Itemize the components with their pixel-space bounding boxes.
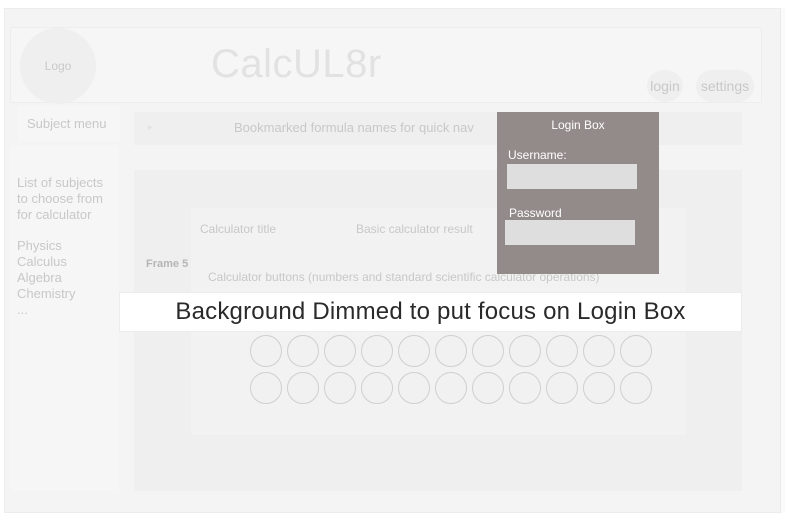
calculator-button[interactable] (250, 372, 282, 404)
dimmed-background-banner: Background Dimmed to put focus on Login … (119, 292, 742, 332)
subject-list-description: List of subjects to choose from for calc… (17, 175, 103, 222)
subject-item-physics[interactable]: Physics (17, 238, 117, 254)
calculator-button[interactable] (583, 372, 615, 404)
calculator-button[interactable] (435, 335, 467, 367)
calculator-button[interactable] (620, 335, 652, 367)
calculator-button[interactable] (435, 372, 467, 404)
login-box-title: Login Box (551, 118, 605, 132)
bookmark-bar-text[interactable]: Bookmarked formula names for quick nav (234, 120, 474, 135)
calculator-button[interactable] (546, 372, 578, 404)
bookmark-icon: ▸ (148, 122, 154, 133)
calculator-button[interactable] (472, 335, 504, 367)
password-input[interactable] (505, 220, 635, 245)
subject-menu-title[interactable]: Subject menu (27, 116, 107, 131)
subject-list: List of subjects to choose from for calc… (17, 175, 117, 318)
calculator-button[interactable] (287, 372, 319, 404)
subject-item-chemistry[interactable]: Chemistry (17, 286, 117, 302)
calculator-button[interactable] (398, 372, 430, 404)
calculator-button[interactable] (361, 372, 393, 404)
calculator-button[interactable] (361, 335, 393, 367)
logo[interactable]: Logo (20, 28, 96, 104)
calculator-title: Calculator title (200, 222, 277, 236)
frame-label: Frame 5 (146, 258, 189, 270)
calculator-button-row-1 (250, 335, 652, 369)
calculator-button[interactable] (583, 335, 615, 367)
login-button[interactable]: login (647, 70, 683, 102)
calculator-button[interactable] (324, 372, 356, 404)
username-label: Username: (508, 148, 567, 162)
subject-item-more[interactable]: ... (17, 302, 117, 318)
calculator-button[interactable] (546, 335, 578, 367)
login-box (497, 112, 659, 274)
calculator-button[interactable] (287, 335, 319, 367)
calculator-button[interactable] (250, 335, 282, 367)
calculator-button[interactable] (472, 372, 504, 404)
calculator-button[interactable] (509, 372, 541, 404)
calculator-button[interactable] (398, 335, 430, 367)
subject-item-algebra[interactable]: Algebra (17, 270, 117, 286)
calculator-button[interactable] (324, 335, 356, 367)
app-window: Logo CalcUL8r login settings Subject men… (0, 0, 795, 521)
subject-item-calculus[interactable]: Calculus (17, 254, 117, 270)
password-label: Password (509, 206, 562, 220)
settings-button[interactable]: settings (696, 70, 754, 102)
calculator-result: Basic calculator result (356, 222, 473, 236)
app-title: CalcUL8r (211, 42, 382, 86)
username-input[interactable] (507, 164, 637, 189)
calculator-button-row-2 (250, 372, 652, 406)
calculator-button[interactable] (509, 335, 541, 367)
page-edge (781, 8, 785, 513)
logo-label: Logo (44, 59, 72, 73)
calculator-button[interactable] (620, 372, 652, 404)
